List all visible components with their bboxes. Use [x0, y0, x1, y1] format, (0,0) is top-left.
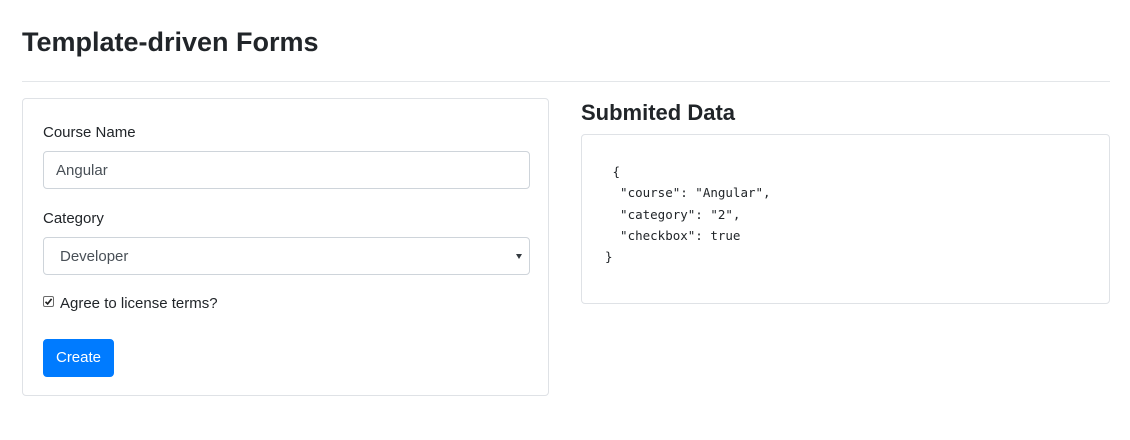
category-select[interactable]: Developer [43, 237, 530, 275]
submitted-data-title: Submited Data [581, 100, 736, 125]
agree-checkbox[interactable] [43, 296, 54, 307]
submitted-json-output: { "course": "Angular", "category": "2", … [605, 164, 771, 265]
course-form-card: Course Name Category Developer Agree to … [22, 98, 549, 396]
course-name-label: Course Name [43, 124, 136, 141]
submitted-data-card: { "course": "Angular", "category": "2", … [581, 134, 1110, 304]
category-label: Category [43, 210, 104, 227]
agree-checkbox-label[interactable]: Agree to license terms? [60, 295, 218, 313]
check-icon [44, 298, 53, 306]
chevron-down-icon [516, 254, 522, 259]
course-name-input[interactable] [43, 151, 530, 189]
page: Template-driven Forms Course Name Catego… [0, 0, 1130, 440]
category-selected-value: Developer [60, 248, 129, 265]
page-title: Template-driven Forms [22, 27, 319, 57]
create-button[interactable]: Create [43, 339, 114, 377]
title-divider [22, 81, 1110, 82]
